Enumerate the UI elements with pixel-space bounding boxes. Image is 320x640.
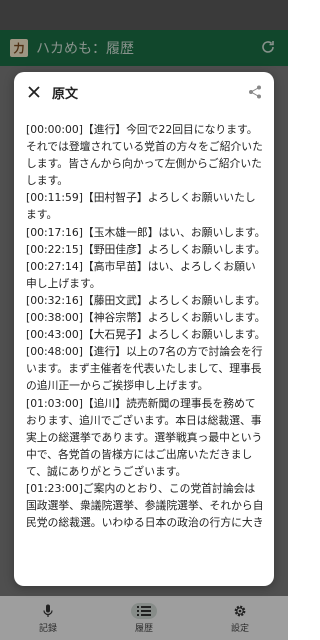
share-icon[interactable]: [248, 85, 262, 99]
transcript-line: [00:11:59]【田村智子】よろしくお願いいたします。: [26, 191, 256, 222]
transcript-line: [00:38:00]【神谷宗幣】よろしくお願いします。: [26, 311, 266, 325]
transcript-line: [00:43:00]【大石晃子】よろしくお願いします。: [26, 328, 266, 342]
transcript-body: [00:00:00]【進行】今回で22回目になります。それでは登壇されている党首…: [26, 121, 266, 531]
transcript-line: [00:22:15]【野田佳彦】よろしくお願いします。: [26, 242, 266, 256]
transcript-line: [00:00:00]【進行】今回で22回目になります。それでは登壇されている党首…: [26, 123, 263, 188]
transcript-line: [00:32:16]【藤田文武】よろしくお願いします。: [26, 293, 266, 307]
transcript-line: [01:03:00]【追川】読売新聞の理事長を務めております、追川でございます。…: [26, 396, 263, 478]
dialog-header: 原文: [14, 72, 274, 112]
dialog-title: 原文: [52, 85, 79, 101]
transcript-dialog: 原文 [00:00:00]【進行】今回で22回目になります。それでは登壇されてい…: [14, 72, 274, 586]
transcript-line: [00:27:14]【高市早苗】はい、よろしくお願い申し上げます。: [26, 259, 256, 290]
transcript-line: [00:48:00]【進行】以上の7名の方で討論会を行います。まず主催者を代表い…: [26, 345, 263, 393]
transcript-line: [00:17:16]【玉木雄一郎】はい、お願いします。: [26, 225, 266, 239]
transcript-line: [01:23:00]ご案内のとおり、この党首討論会は国政選挙、衆議院選挙、参議院…: [26, 481, 264, 530]
close-icon[interactable]: [28, 86, 40, 98]
